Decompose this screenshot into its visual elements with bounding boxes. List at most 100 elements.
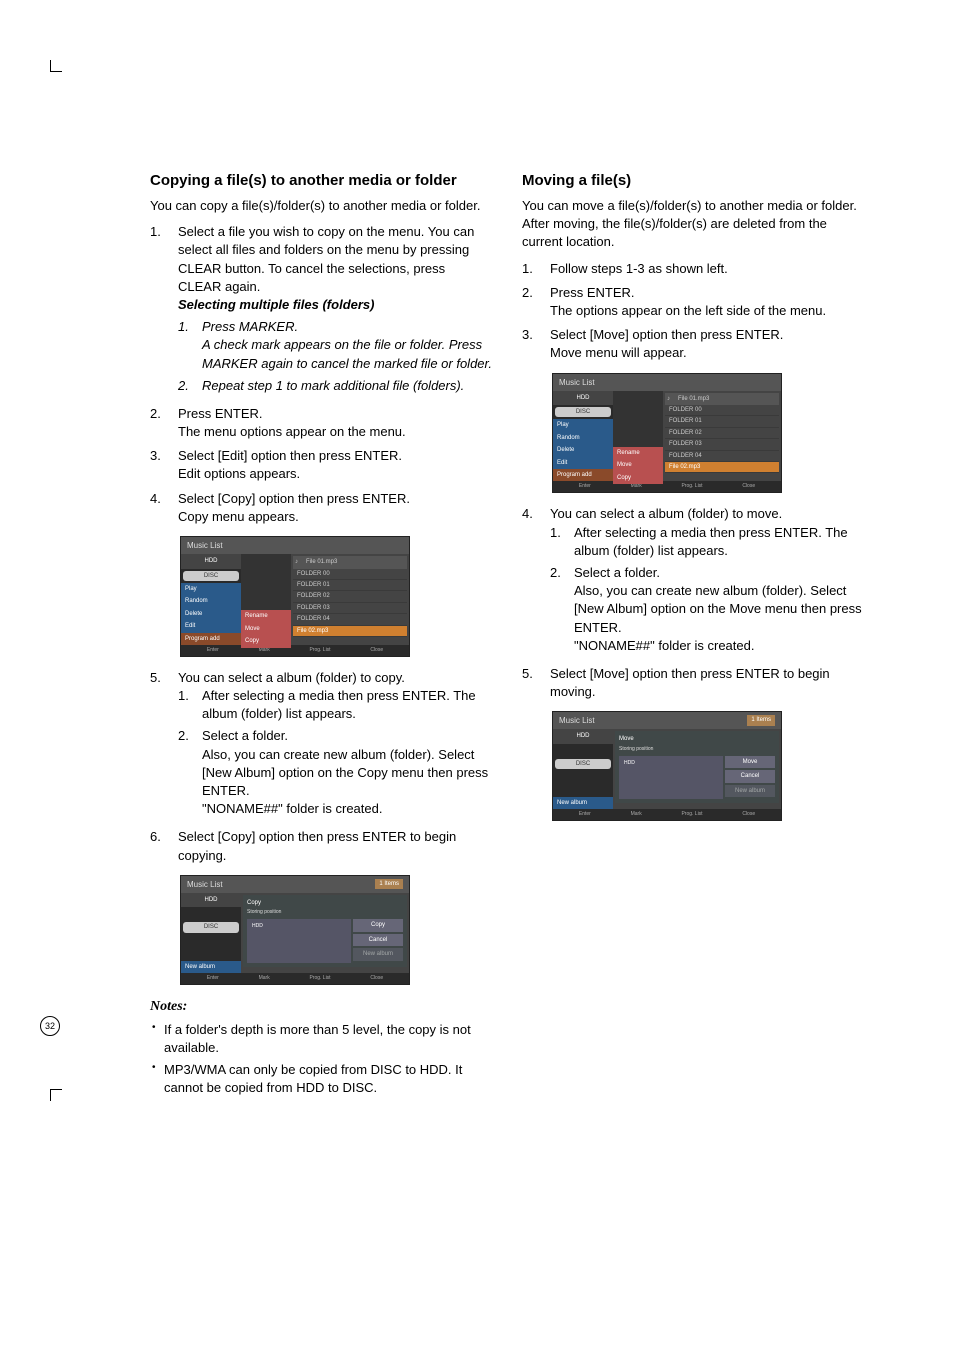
cancel-btn: Cancel [725, 770, 775, 782]
sub-steps: 1. After selecting a media then press EN… [178, 687, 492, 818]
note-item: If a folder's depth is more than 5 level… [164, 1021, 492, 1057]
notes-heading: Notes: [150, 997, 492, 1017]
hdd-icon: HDD [621, 759, 638, 768]
sub-step: 1. After selecting a media then press EN… [550, 524, 864, 560]
ss-main: ♪File 01.mp3 FOLDER 00 FOLDER 01 FOLDER … [291, 554, 409, 645]
ss-title: Music List 1 Items [553, 712, 781, 729]
ss-footer-enter: Enter [579, 811, 591, 818]
ss-copy: Copy [613, 472, 663, 484]
notes-list: If a folder's depth is more than 5 level… [150, 1021, 492, 1098]
ss-footer-enter: Enter [207, 647, 219, 654]
ss-edit: Edit [181, 620, 241, 632]
ss-footer-mark: Mark [631, 811, 642, 818]
panel-left: HDD [619, 756, 723, 799]
ss-copy: Copy [241, 635, 291, 647]
sub-step: 2. Repeat step 1 to mark additional file… [178, 377, 492, 395]
ss-footer: Enter Mark Prog. List Close [181, 645, 409, 656]
panel-title: Move [619, 735, 775, 743]
ss-footer: Enter Mark Prog. List Close [553, 481, 781, 492]
screenshot-move-menu: Music List HDD DISC Play Random Delete E… [552, 373, 782, 494]
left-steps: 1. Select a file you wish to copy on the… [150, 223, 492, 526]
ss-sidebar: HDD DISC Play Random Delete Edit Program… [181, 554, 241, 645]
step-text: Select a file you wish to copy on the me… [178, 224, 474, 294]
ss-file-highlight: File 02.mp3 [665, 462, 779, 473]
ss-footer-prog: Prog. List [681, 483, 702, 490]
ss-footer-close: Close [742, 483, 755, 490]
ss-footer: Enter Mark Prog. List Close [553, 809, 781, 820]
ss-sidebar: HDD DISC Play Random Delete Edit Program… [553, 391, 613, 482]
ss-folder: FOLDER 01 [293, 580, 407, 591]
ss-folder: FOLDER 02 [665, 428, 779, 439]
ss-footer-prog: Prog. List [309, 975, 330, 982]
hdd-icon: HDD [249, 922, 266, 931]
ss-footer: Enter Mark Prog. List Close [181, 973, 409, 984]
right-intro: You can move a file(s)/folder(s) to anot… [522, 197, 864, 252]
step-num: 5. [150, 669, 178, 823]
ss-header: ♪File 01.mp3 [665, 393, 779, 405]
ss-folder: FOLDER 00 [293, 569, 407, 580]
ss-main: ♪File 01.mp3 FOLDER 00 FOLDER 01 FOLDER … [663, 391, 781, 482]
step-num: 2. [150, 405, 178, 441]
ss-items: 1 Items [747, 715, 775, 725]
ss-submenu: Rename Move Copy [241, 554, 291, 645]
right-steps: 1. Follow steps 1-3 as shown left. 2. Pr… [522, 260, 864, 363]
screenshot-copy-menu: Music List HDD DISC Play Random Delete E… [180, 536, 410, 657]
page-content: Copying a file(s) to another media or fo… [50, 40, 904, 1101]
left-title: Copying a file(s) to another media or fo… [150, 170, 492, 191]
step-1: 1. Select a file you wish to copy on the… [150, 223, 492, 399]
ss-disc: DISC [555, 407, 611, 417]
ss-title: Music List [553, 374, 781, 391]
crop-mark-bottom [50, 1089, 62, 1101]
step-content: Select [Move] option then press ENTER.Mo… [550, 326, 864, 362]
step-4: 4. Select [Copy] option then press ENTER… [150, 490, 492, 526]
sub-text: After selecting a media then press ENTER… [202, 687, 492, 723]
ss-move: Move [613, 459, 663, 471]
panel-sub: Storing position [619, 746, 775, 753]
left-steps-cont: 5. You can select a album (folder) to co… [150, 669, 492, 865]
ss-footer-mark: Mark [259, 647, 270, 654]
cancel-btn: Cancel [353, 934, 403, 946]
panel-left: HDD [247, 919, 351, 962]
panel-buttons: Move Cancel New album [725, 756, 775, 799]
left-column: Copying a file(s) to another media or fo… [150, 170, 492, 1101]
ss-header: ♪File 01.mp3 [293, 556, 407, 568]
sub-num: 1. [550, 524, 574, 560]
step-num: 1. [522, 260, 550, 278]
ss-body: HDD DISC Play Random Delete Edit Program… [181, 554, 409, 645]
ss-folder: FOLDER 02 [293, 591, 407, 602]
panel-body: HDD Copy Cancel New album [247, 919, 403, 962]
step-3: 3. Select [Edit] option then press ENTER… [150, 447, 492, 483]
step-5: 5. Select [Move] option then press ENTER… [522, 665, 864, 701]
ss-folder: FOLDER 00 [665, 405, 779, 416]
ss-folder: FOLDER 04 [665, 451, 779, 462]
step-num: 3. [522, 326, 550, 362]
ss-footer-close: Close [742, 811, 755, 818]
left-intro: You can copy a file(s)/folder(s) to anot… [150, 197, 492, 215]
ss-new: New album [553, 797, 613, 809]
screenshot-move-panel: Music List 1 Items HDD DISC New album Mo… [552, 711, 782, 821]
ss-footer-close: Close [370, 975, 383, 982]
step-6: 6. Select [Copy] option then press ENTER… [150, 828, 492, 864]
right-steps-cont: 4. You can select a album (folder) to mo… [522, 505, 864, 701]
sub-step: 1. Press MARKER.A check mark appears on … [178, 318, 492, 373]
step-num: 4. [522, 505, 550, 659]
ss-delete: Delete [553, 444, 613, 456]
ss-title: Music List [181, 537, 409, 554]
ss-footer-prog: Prog. List [681, 811, 702, 818]
sub-num: 1. [178, 687, 202, 723]
ss-file-highlight: File 02.mp3 [293, 626, 407, 637]
step-content: Press ENTER.The menu options appear on t… [178, 405, 492, 441]
ss-footer-enter: Enter [579, 483, 591, 490]
newalbum-btn: New album [725, 785, 775, 797]
step-num: 3. [150, 447, 178, 483]
ss-items: 1 Items [375, 879, 403, 889]
ss-program: Program add [181, 633, 241, 645]
ss-main: Move Storing position HDD Move Cancel Ne… [613, 729, 781, 809]
panel-title: Copy [247, 899, 403, 907]
ss-disc: DISC [183, 571, 239, 581]
step-num: 5. [522, 665, 550, 701]
ss-hdd: HDD [553, 729, 613, 743]
step-3: 3. Select [Move] option then press ENTER… [522, 326, 864, 362]
ss-sidebar: HDD DISC New album [181, 893, 241, 973]
ss-hdd: HDD [181, 554, 241, 568]
